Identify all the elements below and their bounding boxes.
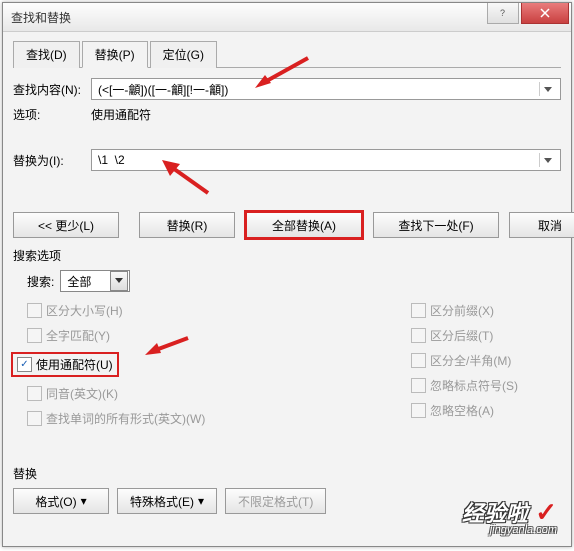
find-dropdown-button[interactable] — [539, 82, 556, 96]
titlebar: 查找和替换 ? — [3, 3, 571, 32]
check-ignore-space-label: 忽略空格(A) — [430, 402, 494, 419]
find-input[interactable] — [96, 81, 539, 97]
check-full-half: 区分全/半角(M) — [411, 352, 561, 369]
options-label: 选项: — [13, 106, 91, 123]
window-title: 查找和替换 — [11, 9, 71, 26]
check-wildcards-highlight: ✓ 使用通配符(U) — [11, 352, 119, 377]
replace-dropdown-button[interactable] — [539, 153, 556, 167]
check-match-prefix: 区分前缀(X) — [411, 302, 561, 319]
checkbox-icon — [27, 386, 42, 401]
search-direction-row: 搜索: 全部 — [27, 270, 561, 292]
check-wildcards[interactable]: ✓ 使用通配符(U) — [17, 356, 113, 373]
tab-replace[interactable]: 替换(P) — [82, 41, 148, 68]
check-ignore-space: 忽略空格(A) — [411, 402, 561, 419]
tab-find[interactable]: 查找(D) — [13, 41, 80, 68]
format-button[interactable]: 格式(O) ▾ — [13, 488, 109, 514]
replace-button[interactable]: 替换(R) — [139, 212, 235, 238]
replace-input[interactable] — [96, 152, 539, 168]
check-match-suffix-label: 区分后缀(T) — [430, 327, 493, 344]
close-button[interactable] — [521, 3, 569, 24]
check-full-half-label: 区分全/半角(M) — [430, 352, 511, 369]
titlebar-buttons: ? — [487, 3, 571, 31]
checkbox-col-right: 区分前缀(X) 区分后缀(T) 区分全/半角(M) 忽略标点符号(S) 忽略空格… — [411, 302, 561, 435]
checkbox-col-left: 区分大小写(H) 全字匹配(Y) ✓ 使用通配符(U) — [27, 302, 411, 435]
checkbox-icon — [27, 303, 42, 318]
replace-row: 替换为(I): — [13, 149, 561, 171]
bottom-section: 替换 格式(O) ▾ 特殊格式(E) ▾ 不限定格式(T) — [13, 465, 561, 514]
replace-all-button[interactable]: 全部替换(A) — [245, 211, 363, 239]
dialog-window: 查找和替换 ? 查找(D) 替换(P) 定位(G) 查找内容(N): — [2, 2, 572, 547]
check-word-forms: 查找单词的所有形式(英文)(W) — [27, 410, 411, 427]
checkbox-icon — [27, 328, 42, 343]
options-value: 使用通配符 — [91, 106, 151, 123]
replace-label: 替换为(I): — [13, 152, 91, 169]
check-wildcards-label: 使用通配符(U) — [36, 356, 113, 373]
special-button-label: 特殊格式(E) — [130, 493, 194, 510]
tab-goto[interactable]: 定位(G) — [150, 41, 217, 68]
tab-bar: 查找(D) 替换(P) 定位(G) — [13, 40, 561, 68]
check-sounds-like: 同音(英文)(K) — [27, 385, 411, 402]
dialog-content: 查找(D) 替换(P) 定位(G) 查找内容(N): 选项: 使用通配符 替换为… — [3, 32, 571, 522]
check-word-forms-label: 查找单词的所有形式(英文)(W) — [46, 410, 205, 427]
check-ignore-punct-label: 忽略标点符号(S) — [430, 377, 518, 394]
help-icon: ? — [498, 8, 508, 18]
checkbox-icon — [411, 303, 426, 318]
checkbox-icon — [411, 378, 426, 393]
cancel-button[interactable]: 取消 — [509, 212, 574, 238]
find-label: 查找内容(N): — [13, 81, 91, 98]
svg-text:?: ? — [500, 8, 505, 18]
find-next-button[interactable]: 查找下一处(F) — [373, 212, 499, 238]
check-match-case-label: 区分大小写(H) — [46, 302, 123, 319]
check-ignore-punct: 忽略标点符号(S) — [411, 377, 561, 394]
check-whole-word: 全字匹配(Y) — [27, 327, 411, 344]
chevron-down-icon — [544, 87, 552, 93]
checkbox-icon — [411, 353, 426, 368]
check-match-suffix: 区分后缀(T) — [411, 327, 561, 344]
close-icon — [540, 8, 550, 18]
chevron-down-icon — [544, 158, 552, 164]
checkbox-grid: 区分大小写(H) 全字匹配(Y) ✓ 使用通配符(U) — [27, 302, 561, 435]
find-input-wrap — [91, 78, 561, 100]
search-direction-label: 搜索: — [27, 273, 54, 290]
watermark-sub: jingyanla.com — [462, 524, 557, 536]
no-format-button[interactable]: 不限定格式(T) — [225, 488, 326, 514]
options-row: 选项: 使用通配符 — [13, 106, 561, 123]
checkbox-icon — [411, 403, 426, 418]
replace-input-wrap — [91, 149, 561, 171]
find-row: 查找内容(N): — [13, 78, 561, 100]
bottom-buttons: 格式(O) ▾ 特殊格式(E) ▾ 不限定格式(T) — [13, 488, 561, 514]
special-button[interactable]: 特殊格式(E) ▾ — [117, 488, 217, 514]
check-match-case: 区分大小写(H) — [27, 302, 411, 319]
search-direction-dropdown[interactable] — [110, 271, 128, 291]
chevron-down-icon — [115, 278, 123, 284]
check-sounds-like-label: 同音(英文)(K) — [46, 385, 118, 402]
checkbox-checked-icon: ✓ — [17, 357, 32, 372]
bottom-title: 替换 — [13, 465, 561, 482]
help-button[interactable]: ? — [487, 3, 519, 24]
check-whole-word-label: 全字匹配(Y) — [46, 327, 110, 344]
button-row: << 更少(L) 替换(R) 全部替换(A) 查找下一处(F) 取消 — [13, 211, 561, 239]
search-options-title: 搜索选项 — [13, 247, 561, 264]
search-direction-value: 全部 — [61, 273, 109, 290]
search-direction-select[interactable]: 全部 — [60, 270, 130, 292]
format-button-label: 格式(O) — [35, 493, 76, 510]
checkbox-icon — [27, 411, 42, 426]
checkbox-icon — [411, 328, 426, 343]
less-button[interactable]: << 更少(L) — [13, 212, 119, 238]
check-match-prefix-label: 区分前缀(X) — [430, 302, 494, 319]
